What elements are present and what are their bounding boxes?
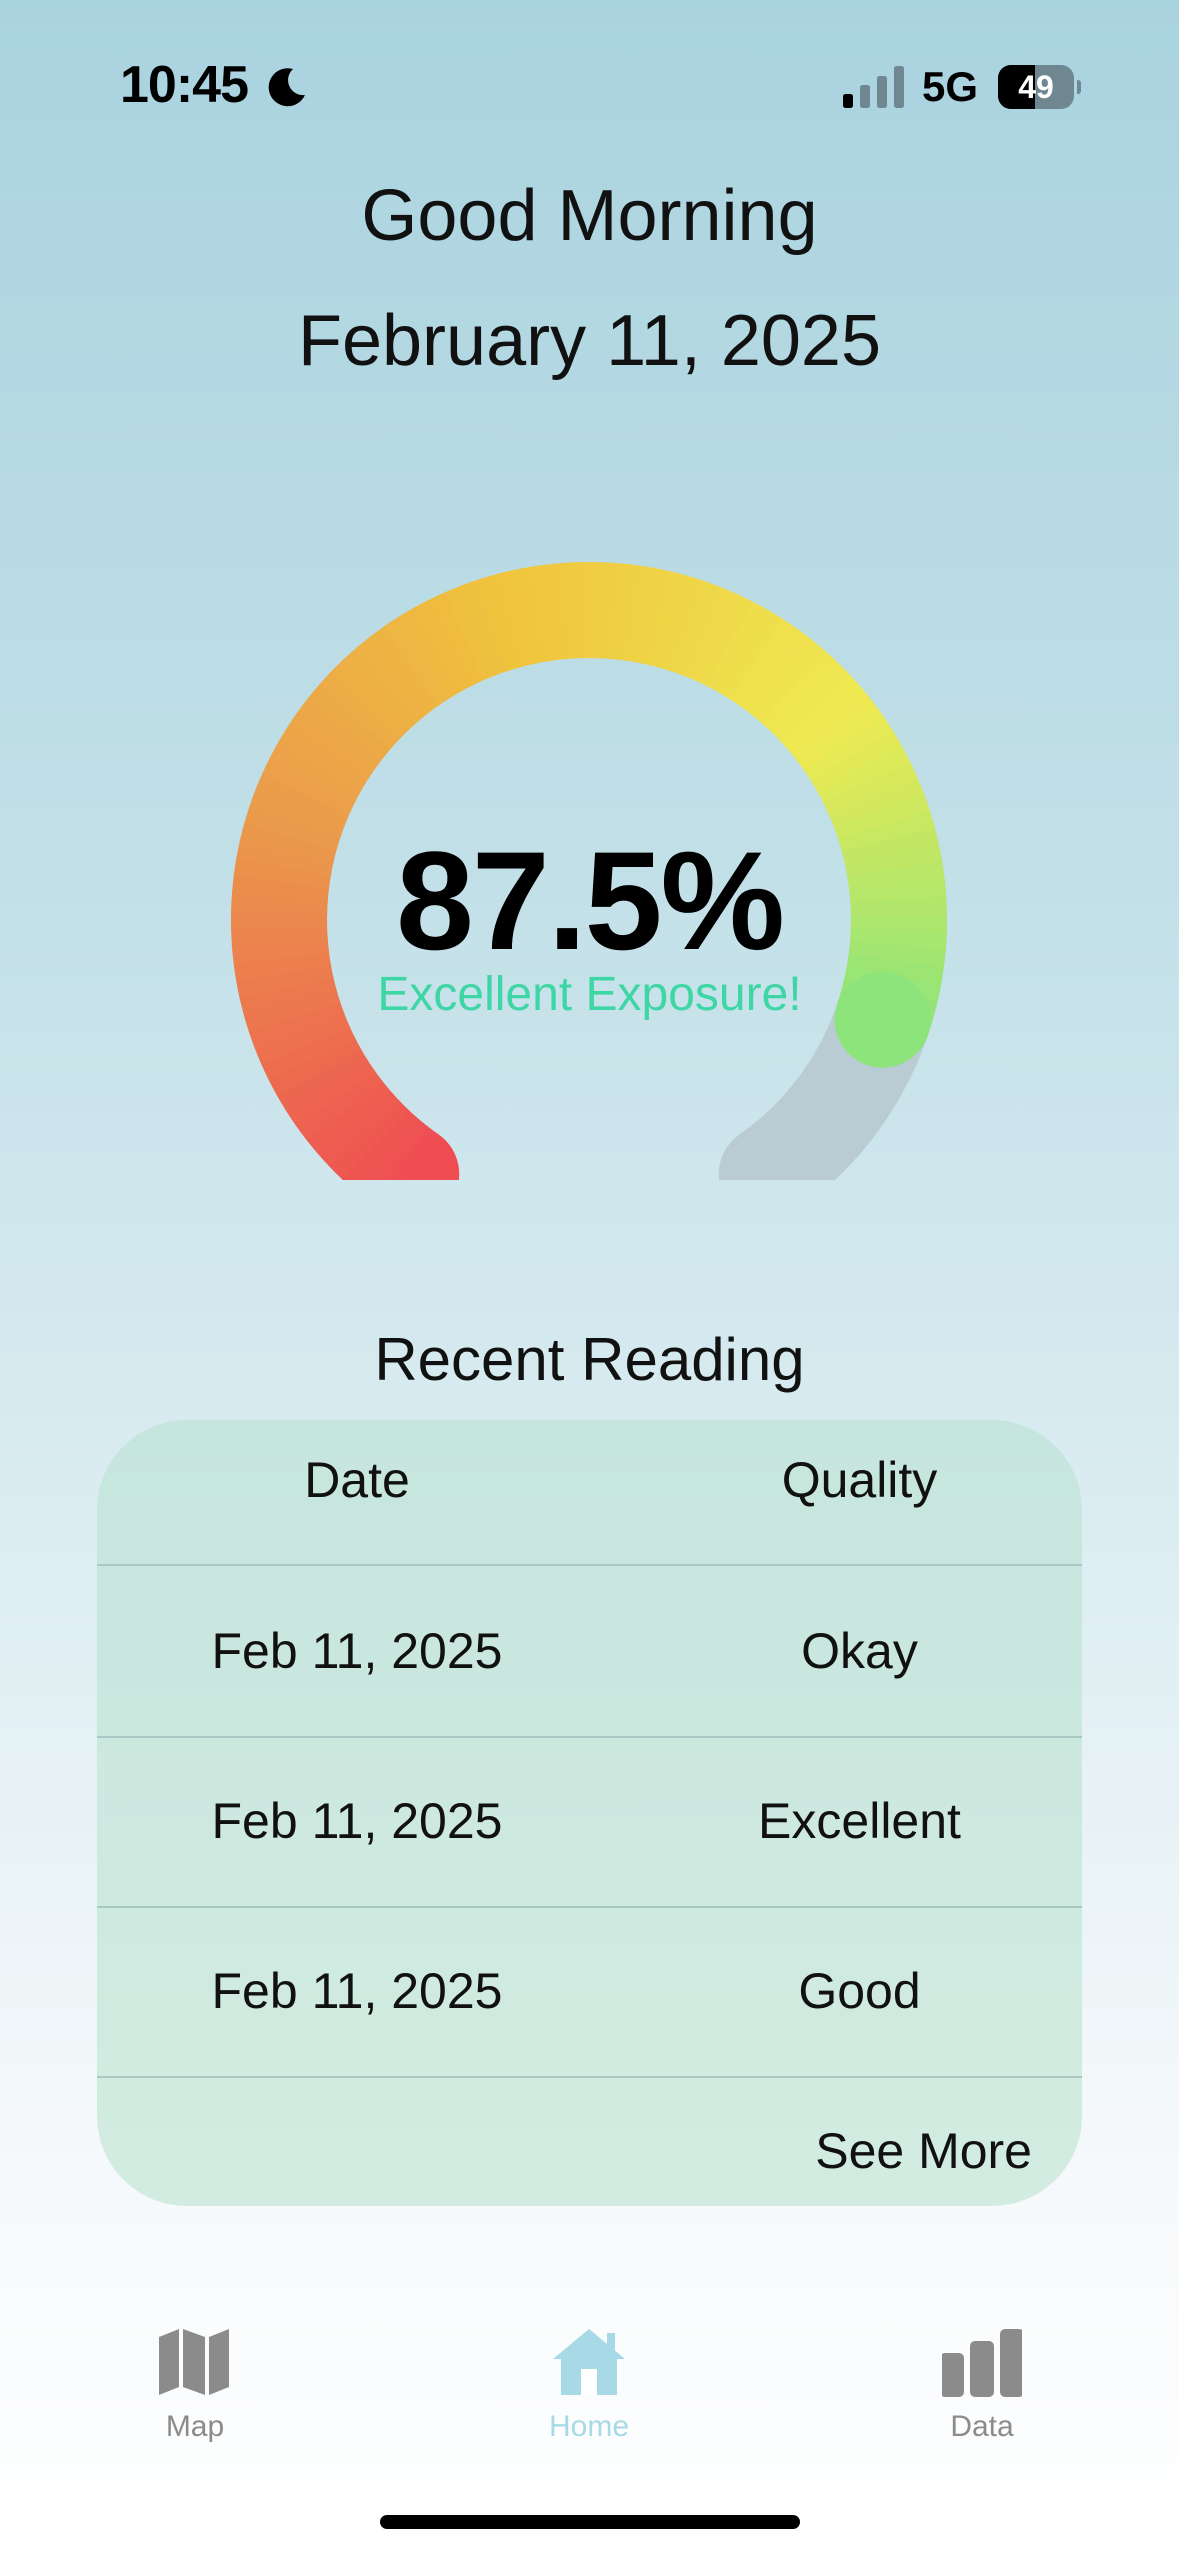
- tab-label-map: Map: [165, 2410, 225, 2443]
- date-heading: February 11, 2025: [297, 301, 882, 381]
- home-icon: [553, 2329, 625, 2395]
- row-date: Feb 11, 2025: [211, 1963, 503, 2019]
- tab-map[interactable]: Map: [95, 2300, 295, 2450]
- column-header-quality: Quality: [781, 1452, 938, 1508]
- recent-readings-table: Date Quality Feb 11, 2025 Okay Feb 11, 2…: [97, 1420, 1082, 2206]
- row-quality: Okay: [801, 1623, 918, 1679]
- table-row[interactable]: Feb 11, 2025 Good: [97, 1906, 1082, 2078]
- table-row[interactable]: Feb 11, 2025 Okay: [97, 1566, 1082, 1738]
- tab-data[interactable]: Data: [882, 2300, 1082, 2450]
- bar-chart-icon: [942, 2329, 1022, 2397]
- gauge-value: 87.5%: [396, 822, 785, 979]
- tab-bar: Map Home Data: [0, 2300, 1179, 2480]
- tab-home[interactable]: Home: [489, 2300, 689, 2450]
- cellular-signal-icon: [843, 66, 904, 108]
- tab-label-data: Data: [950, 2410, 1014, 2443]
- row-date: Feb 11, 2025: [211, 1623, 503, 1679]
- table-header-row: Date Quality: [97, 1420, 1082, 1566]
- battery-icon: 49: [998, 65, 1081, 109]
- gauge-status-text: Excellent Exposure!: [377, 968, 802, 1021]
- map-icon: [159, 2329, 229, 2395]
- battery-cap: [1077, 80, 1081, 94]
- see-more-button[interactable]: See More: [815, 2122, 1032, 2180]
- table-row[interactable]: Feb 11, 2025 Excellent: [97, 1736, 1082, 1908]
- row-date: Feb 11, 2025: [211, 1793, 503, 1849]
- network-type-label: 5G: [922, 63, 979, 110]
- row-quality: Good: [798, 1963, 921, 2019]
- row-quality: Excellent: [758, 1793, 961, 1849]
- status-time: 10:45: [120, 56, 249, 114]
- moon-icon: [268, 68, 305, 107]
- exposure-gauge: 87.5% Excellent Exposure!: [0, 520, 1179, 1180]
- tab-label-home: Home: [548, 2410, 630, 2443]
- recent-reading-title: Recent Reading: [374, 1326, 805, 1393]
- home-indicator[interactable]: [380, 2515, 800, 2529]
- greeting-text: Good Morning: [361, 176, 818, 256]
- column-header-date: Date: [304, 1452, 410, 1508]
- battery-body: 49: [998, 65, 1074, 109]
- status-bar: 10:45 5G 49: [0, 0, 1179, 170]
- battery-level-text: 49: [1018, 69, 1054, 105]
